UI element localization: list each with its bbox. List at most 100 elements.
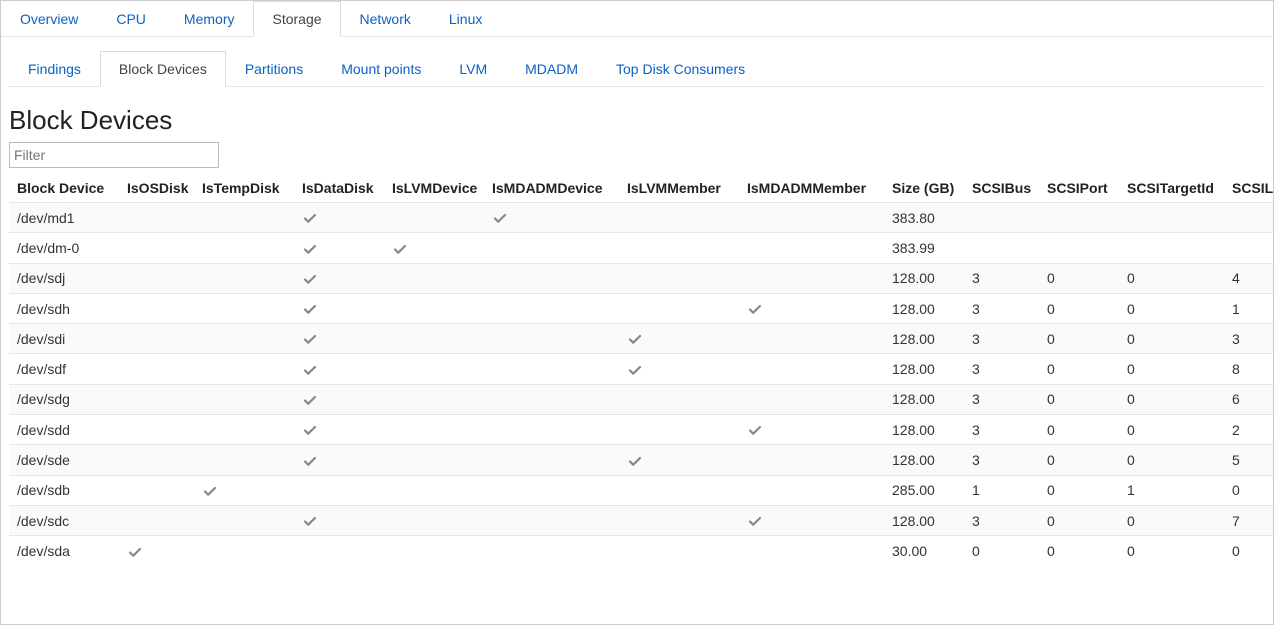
table-row[interactable]: /dev/sdg128.003006 bbox=[9, 384, 1274, 414]
cell-os bbox=[119, 384, 194, 414]
table-row[interactable]: /dev/sde128.003005 bbox=[9, 445, 1274, 475]
cell-temp bbox=[194, 233, 294, 263]
cell-data bbox=[294, 384, 384, 414]
cell-tgt: 0 bbox=[1119, 415, 1224, 445]
cell-tgt: 0 bbox=[1119, 354, 1224, 384]
cell-lun: 4 bbox=[1224, 263, 1274, 293]
cell-data bbox=[294, 233, 384, 263]
column-header[interactable]: IsMDADMMember bbox=[739, 174, 884, 203]
column-header[interactable]: SCSITargetId bbox=[1119, 174, 1224, 203]
cell-lun bbox=[1224, 233, 1274, 263]
cell-tgt: 0 bbox=[1119, 324, 1224, 354]
table-row[interactable]: /dev/sdi128.003003 bbox=[9, 324, 1274, 354]
secondary-tab-mount-points[interactable]: Mount points bbox=[322, 51, 440, 87]
primary-tab-cpu[interactable]: CPU bbox=[97, 1, 165, 37]
cell-bus: 3 bbox=[964, 263, 1039, 293]
table-row[interactable]: /dev/sdc128.003007 bbox=[9, 505, 1274, 535]
column-header[interactable]: IsDataDisk bbox=[294, 174, 384, 203]
secondary-tab-block-devices[interactable]: Block Devices bbox=[100, 51, 226, 87]
cell-lvmm bbox=[619, 233, 739, 263]
check-icon bbox=[392, 241, 408, 257]
secondary-tab-top-disk-consumers[interactable]: Top Disk Consumers bbox=[597, 51, 764, 87]
cell-lvmm bbox=[619, 354, 739, 384]
cell-lvmm bbox=[619, 324, 739, 354]
secondary-tab-partitions[interactable]: Partitions bbox=[226, 51, 322, 87]
column-header[interactable]: SCSIPort bbox=[1039, 174, 1119, 203]
cell-port bbox=[1039, 233, 1119, 263]
cell-os bbox=[119, 293, 194, 323]
primary-tab-overview[interactable]: Overview bbox=[1, 1, 97, 37]
check-icon bbox=[627, 331, 643, 347]
cell-temp bbox=[194, 445, 294, 475]
cell-data bbox=[294, 324, 384, 354]
column-header[interactable]: IsLVMMember bbox=[619, 174, 739, 203]
primary-tab-linux[interactable]: Linux bbox=[430, 1, 501, 37]
cell-lun: 3 bbox=[1224, 324, 1274, 354]
cell-size: 128.00 bbox=[884, 263, 964, 293]
cell-size: 30.00 bbox=[884, 536, 964, 566]
table-row[interactable]: /dev/sda30.000000 bbox=[9, 536, 1274, 566]
cell-size: 383.80 bbox=[884, 203, 964, 233]
primary-tab-storage[interactable]: Storage bbox=[253, 1, 340, 37]
cell-mdm bbox=[739, 536, 884, 566]
cell-os bbox=[119, 263, 194, 293]
column-header[interactable]: IsLVMDevice bbox=[384, 174, 484, 203]
column-header[interactable]: Size (GB) bbox=[884, 174, 964, 203]
cell-block-device: /dev/sdc bbox=[9, 505, 119, 535]
cell-lvmm bbox=[619, 203, 739, 233]
cell-size: 128.00 bbox=[884, 324, 964, 354]
cell-temp bbox=[194, 203, 294, 233]
cell-os bbox=[119, 233, 194, 263]
column-header[interactable]: Block Device bbox=[9, 174, 119, 203]
primary-tab-network[interactable]: Network bbox=[341, 1, 430, 37]
cell-lun: 1 bbox=[1224, 293, 1274, 323]
cell-mdd bbox=[484, 475, 619, 505]
cell-os bbox=[119, 475, 194, 505]
cell-port: 0 bbox=[1039, 536, 1119, 566]
cell-lvmd bbox=[384, 354, 484, 384]
cell-lvmd bbox=[384, 415, 484, 445]
column-header[interactable]: SCSIBus bbox=[964, 174, 1039, 203]
cell-bus bbox=[964, 203, 1039, 233]
filter-input[interactable] bbox=[9, 142, 219, 168]
check-icon bbox=[302, 210, 318, 226]
cell-lvmm bbox=[619, 445, 739, 475]
table-row[interactable]: /dev/md1383.80 bbox=[9, 203, 1274, 233]
check-icon bbox=[747, 301, 763, 317]
secondary-tab-lvm[interactable]: LVM bbox=[440, 51, 506, 87]
cell-mdm bbox=[739, 415, 884, 445]
check-icon bbox=[302, 362, 318, 378]
secondary-tab-findings[interactable]: Findings bbox=[9, 51, 100, 87]
table-row[interactable]: /dev/sdd128.003002 bbox=[9, 415, 1274, 445]
cell-temp bbox=[194, 536, 294, 566]
column-header[interactable]: IsMDADMDevice bbox=[484, 174, 619, 203]
cell-port: 0 bbox=[1039, 475, 1119, 505]
cell-temp bbox=[194, 263, 294, 293]
table-row[interactable]: /dev/sdh128.003001 bbox=[9, 293, 1274, 323]
cell-size: 128.00 bbox=[884, 445, 964, 475]
check-icon bbox=[627, 362, 643, 378]
cell-os bbox=[119, 354, 194, 384]
primary-tab-memory[interactable]: Memory bbox=[165, 1, 254, 37]
column-header[interactable]: SCSILun bbox=[1224, 174, 1274, 203]
table-row[interactable]: /dev/dm-0383.99 bbox=[9, 233, 1274, 263]
column-header[interactable]: IsOSDisk bbox=[119, 174, 194, 203]
cell-port: 0 bbox=[1039, 354, 1119, 384]
cell-block-device: /dev/sdd bbox=[9, 415, 119, 445]
check-icon bbox=[302, 301, 318, 317]
table-row[interactable]: /dev/sdf128.003008 bbox=[9, 354, 1274, 384]
cell-tgt: 0 bbox=[1119, 263, 1224, 293]
column-header[interactable]: IsTempDisk bbox=[194, 174, 294, 203]
cell-tgt: 0 bbox=[1119, 445, 1224, 475]
cell-bus: 3 bbox=[964, 293, 1039, 323]
secondary-tab-mdadm[interactable]: MDADM bbox=[506, 51, 597, 87]
table-row[interactable]: /dev/sdb285.001010 bbox=[9, 475, 1274, 505]
cell-mdm bbox=[739, 233, 884, 263]
cell-mdd bbox=[484, 415, 619, 445]
cell-lvmm bbox=[619, 293, 739, 323]
cell-port: 0 bbox=[1039, 293, 1119, 323]
cell-lvmm bbox=[619, 475, 739, 505]
cell-mdd bbox=[484, 536, 619, 566]
table-row[interactable]: /dev/sdj128.003004 bbox=[9, 263, 1274, 293]
cell-data bbox=[294, 263, 384, 293]
